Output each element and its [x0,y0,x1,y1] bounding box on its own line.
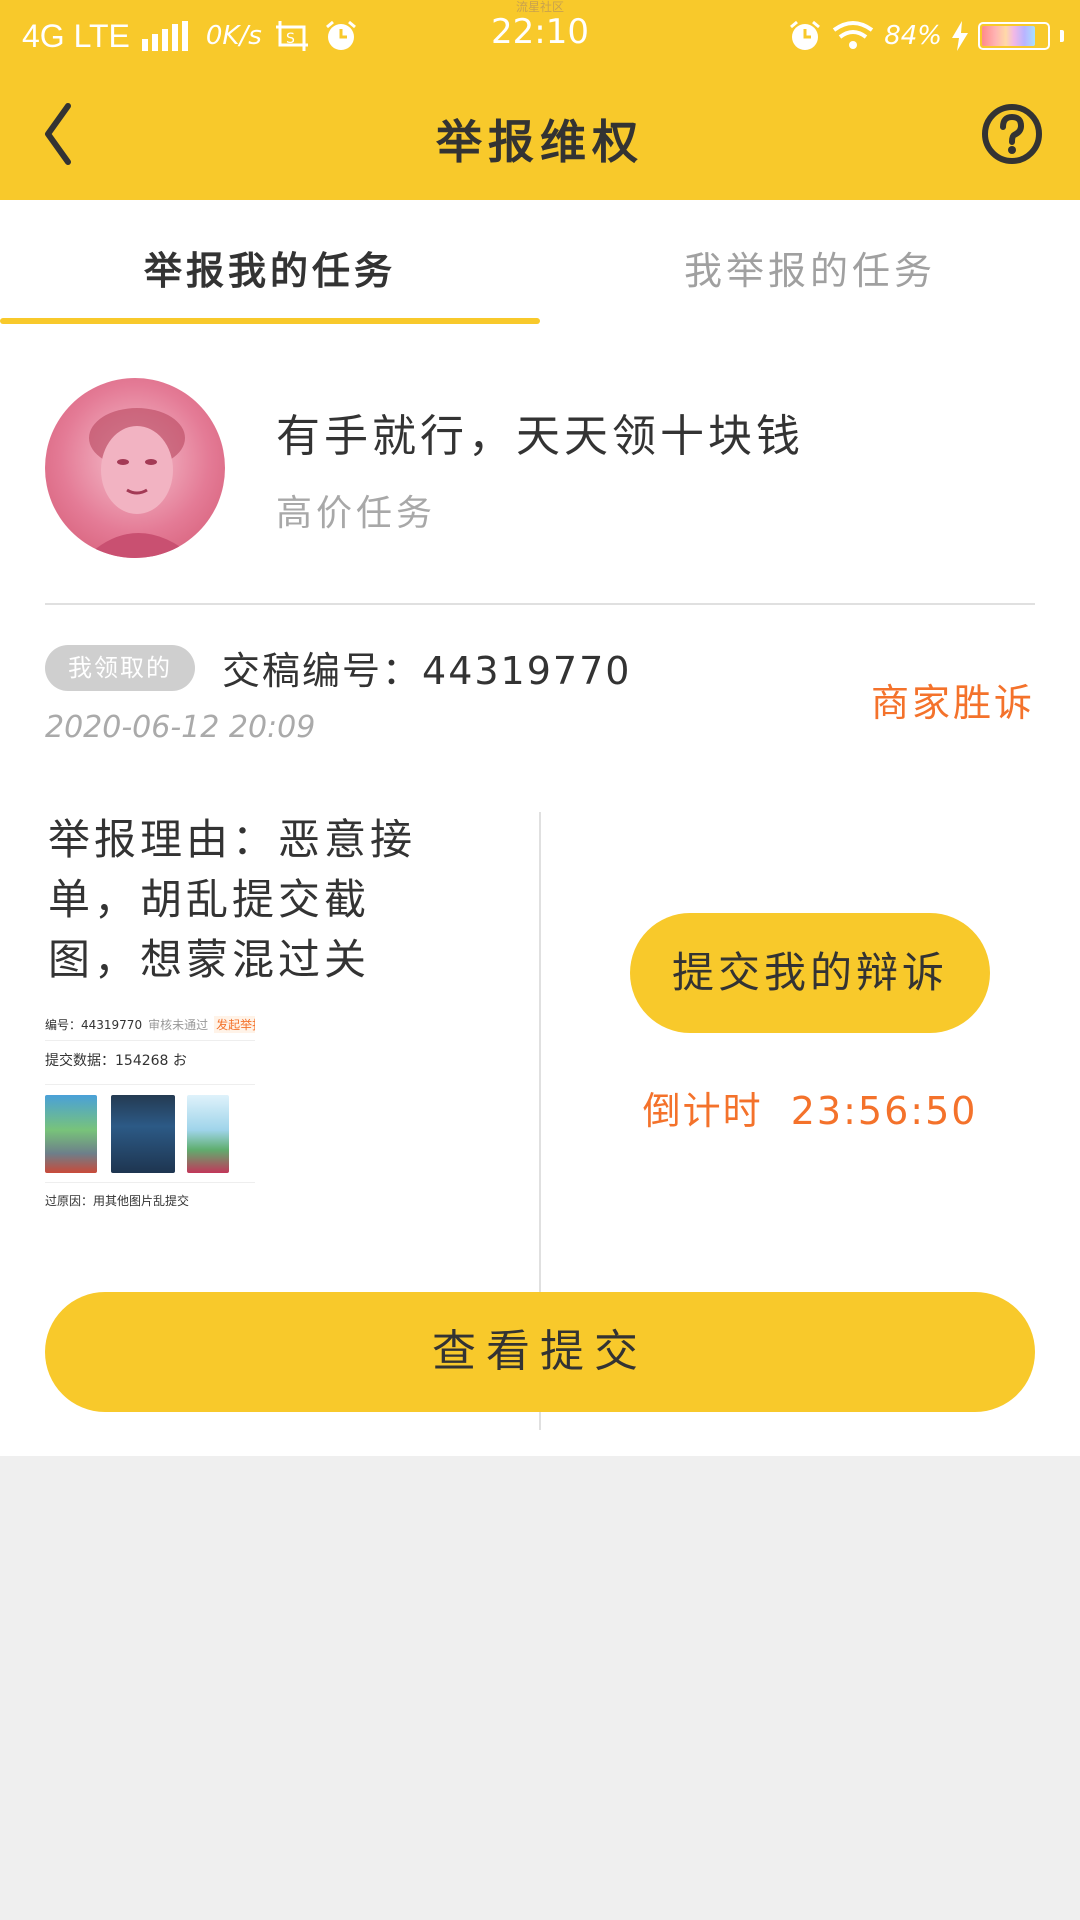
battery-level [982,26,1036,46]
report-reason: 举报理由：恶意接单，胡乱提交截图，想蒙混过关 [48,810,448,990]
wifi-icon [833,21,874,49]
countdown: 倒计时 23:56:50 [560,1080,1060,1135]
thumb-separator [45,1084,255,1085]
thumb-data: 提交数据：154268 お [45,1053,187,1069]
title-bar: 举报维权 [0,70,1080,200]
content-card: 举报我的任务 我举报的任务 有手就行，天天领十块钱 高价任务 我领取的 交稿编号… [0,200,1080,1456]
page-title: 举报维权 [436,115,644,169]
thumb-number: 编号：44319770 [45,1017,143,1032]
thumb-image-2 [111,1095,175,1173]
charging-icon [952,21,968,51]
help-button[interactable] [980,102,1044,166]
submission-label: 交稿编号： [222,649,423,693]
thumb-image-3 [187,1095,229,1173]
submission-number: 交稿编号：44319770 [222,640,631,695]
tab-bar: 举报我的任务 我举报的任务 [0,200,1080,330]
timestamp: 2020-06-12 20:09 [45,710,316,745]
status-bar: 4G LTE 0K/s S 流星社区 22:10 84% [0,0,1080,70]
tab-reported-my-tasks[interactable]: 举报我的任务 [0,240,540,295]
question-circle-icon [982,104,1042,164]
tab-my-reported-tasks[interactable]: 我举报的任务 [540,240,1080,295]
status-badge: 商家胜诉 [870,681,1035,725]
battery-percent: 84% [884,21,942,51]
active-tab-indicator [0,318,540,324]
submit-appeal-button[interactable]: 提交我的辩诉 [630,913,990,1033]
thumb-reason: 过原因：用其他图片乱提交 [45,1194,190,1208]
countdown-label: 倒计时 [642,1089,763,1133]
avatar [45,378,225,558]
status-right: 84% [788,16,1064,56]
task-title: 有手就行，天天领十块钱 [276,411,804,462]
thumb-status: 审核未通过 [148,1017,209,1032]
portrait-image [85,408,195,558]
countdown-value: 23:56:50 [790,1089,978,1133]
divider [45,603,1035,605]
view-submission-button[interactable]: 查看提交 [45,1292,1035,1412]
claimed-badge: 我领取的 [45,645,195,691]
thumb-images [45,1095,255,1173]
task-subtitle: 高价任务 [276,493,437,534]
thumb-tag: 发起举报 [214,1015,255,1033]
thumb-separator [45,1182,255,1183]
alarm-icon [790,20,821,50]
thumb-header: 编号：44319770 审核未通过 发起举报 [45,1010,255,1038]
battery-icon [978,22,1050,50]
thumb-image-1 [45,1095,97,1173]
submission-value: 44319770 [422,649,632,693]
reason-label: 举报理由： [48,815,279,864]
thumb-separator [45,1040,255,1041]
battery-tip [1060,30,1064,42]
